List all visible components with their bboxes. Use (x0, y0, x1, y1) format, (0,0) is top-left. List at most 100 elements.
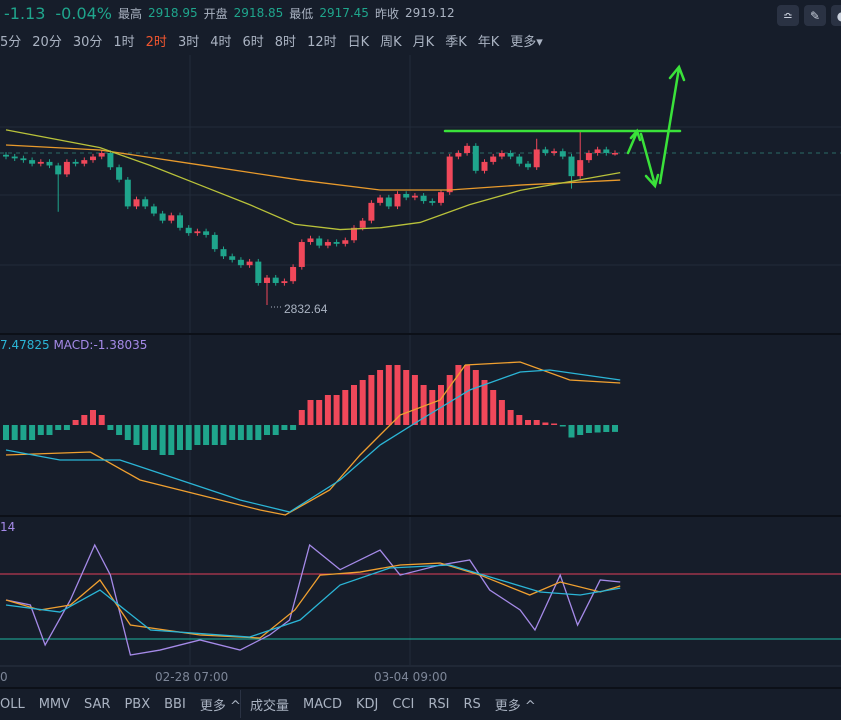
d-line (5, 564, 621, 638)
indicator-tab[interactable]: RSI (428, 697, 449, 712)
candle-body (29, 160, 36, 164)
candle-body (229, 256, 236, 260)
quote-summary: -1.13 -0.04% 最高 2918.95 开盘 2918.85 最低 29… (0, 2, 455, 24)
macd-histogram-bar (298, 410, 305, 425)
indicator-tab[interactable]: MACD (303, 697, 342, 712)
macd-legend: 7.47825 MACD:-1.38035 (0, 338, 147, 352)
indicator-tab[interactable]: BBI (164, 697, 186, 712)
candle-body (142, 199, 149, 207)
candle-body (594, 149, 601, 153)
period-tab[interactable]: 月K (413, 31, 435, 50)
high-value: 2918.95 (148, 6, 198, 20)
candlesticks (3, 131, 618, 305)
period-tab[interactable]: 季K (445, 31, 467, 50)
period-tab[interactable]: 2时 (146, 31, 167, 50)
period-tab[interactable]: 20分 (32, 31, 62, 50)
indicator-icon[interactable]: ≏ (777, 5, 799, 26)
moving-averages (5, 129, 621, 231)
macd-histogram-bar (525, 420, 531, 425)
period-tab[interactable]: 12时 (307, 31, 337, 50)
period-tab[interactable]: 周K (380, 31, 402, 50)
period-tab[interactable]: 年K (478, 31, 500, 50)
indicator-tab[interactable]: KDJ (356, 697, 378, 712)
candle-body (81, 160, 88, 164)
candle-body (220, 249, 227, 257)
candle-body (98, 153, 105, 157)
ma-short-line (5, 129, 621, 231)
candle-body (403, 193, 410, 198)
macd-histogram-bar (142, 425, 149, 450)
arrow-down (639, 132, 660, 189)
x-axis-label: 03-04 09:00 (374, 670, 448, 684)
indicator-tab[interactable]: 成交量 (250, 695, 289, 714)
macd-histogram-bar (133, 425, 140, 445)
candle-body (20, 158, 27, 161)
macd-histogram-bar (20, 425, 27, 440)
more-icon[interactable]: ● (831, 5, 841, 26)
candle-body (516, 156, 523, 164)
period-tab[interactable]: 5分 (0, 31, 21, 50)
candle-body (307, 238, 314, 243)
macd-histogram-bar (481, 380, 488, 425)
period-tab[interactable]: 日K (348, 31, 370, 50)
macd-histogram-bar (359, 380, 366, 425)
candle-body (211, 234, 218, 250)
macd-value: MACD:-1.38035 (53, 338, 148, 352)
period-tab[interactable]: 6时 (243, 31, 264, 50)
macd-histogram-bar (185, 425, 192, 450)
indicator-tab[interactable]: SAR (84, 697, 110, 712)
candle-body (159, 213, 166, 221)
indicator-tab[interactable]: 更多 ^ (495, 695, 536, 714)
candle-body (246, 261, 253, 266)
candle-body (438, 192, 444, 203)
macd-histogram-bar (272, 425, 279, 435)
candle-body (264, 277, 270, 283)
candle-body (411, 195, 418, 198)
candle-body (124, 179, 131, 207)
candle-body (63, 161, 70, 175)
macd-histogram-bar (316, 400, 323, 425)
indicator-tab[interactable]: 更多 ^ (200, 695, 241, 714)
period-tab[interactable]: 1时 (113, 31, 134, 50)
macd-histogram-bar (568, 425, 575, 438)
candle-body (585, 153, 592, 161)
indicator-tab[interactable]: RS (463, 697, 480, 712)
candle-body (46, 161, 53, 166)
indicator-tab[interactable]: PBX (124, 697, 150, 712)
indicator-tab[interactable]: OLL (0, 697, 25, 712)
period-tab[interactable]: 更多▾ (510, 31, 543, 50)
candle-body (185, 227, 192, 234)
dif-line (5, 361, 621, 516)
candle-body (168, 215, 175, 221)
chart-canvas[interactable]: 2832.64 (0, 0, 841, 720)
candle-body (559, 151, 566, 157)
candle-body (3, 154, 9, 157)
period-tab[interactable]: 4时 (210, 31, 231, 50)
macd-histogram-bar (72, 420, 79, 425)
macd-histogram-bar (150, 425, 157, 450)
macd-histogram-bar (551, 423, 558, 425)
overlay-indicator-bar: OLL MMV SAR PBX BBI 更多 ^ (0, 690, 255, 718)
indicator-tab[interactable]: CCI (392, 697, 414, 712)
macd-histogram-bar (264, 425, 270, 435)
candle-body (612, 153, 618, 155)
candle-body (11, 156, 18, 159)
period-tab[interactable]: 30分 (73, 31, 103, 50)
candle-body (324, 242, 331, 246)
macd-histogram-bar (577, 425, 584, 435)
candle-body (481, 161, 488, 171)
open-label: 开盘 (203, 6, 228, 21)
macd-histogram-bar (90, 410, 96, 425)
open-value: 2918.85 (233, 6, 284, 20)
candle-body (298, 242, 305, 267)
period-tab[interactable]: 8时 (275, 31, 296, 50)
candle-body (525, 163, 531, 168)
macd-histogram-bar (107, 425, 114, 430)
draw-icon[interactable]: ✎ (804, 5, 826, 26)
candle-body (533, 149, 540, 168)
period-tab[interactable]: 3时 (178, 31, 199, 50)
x-axis-label: 0 (0, 670, 8, 684)
macd-histogram-bar (368, 375, 375, 425)
indicator-tab[interactable]: MMV (39, 697, 70, 712)
macd-histogram-bar (498, 400, 505, 425)
